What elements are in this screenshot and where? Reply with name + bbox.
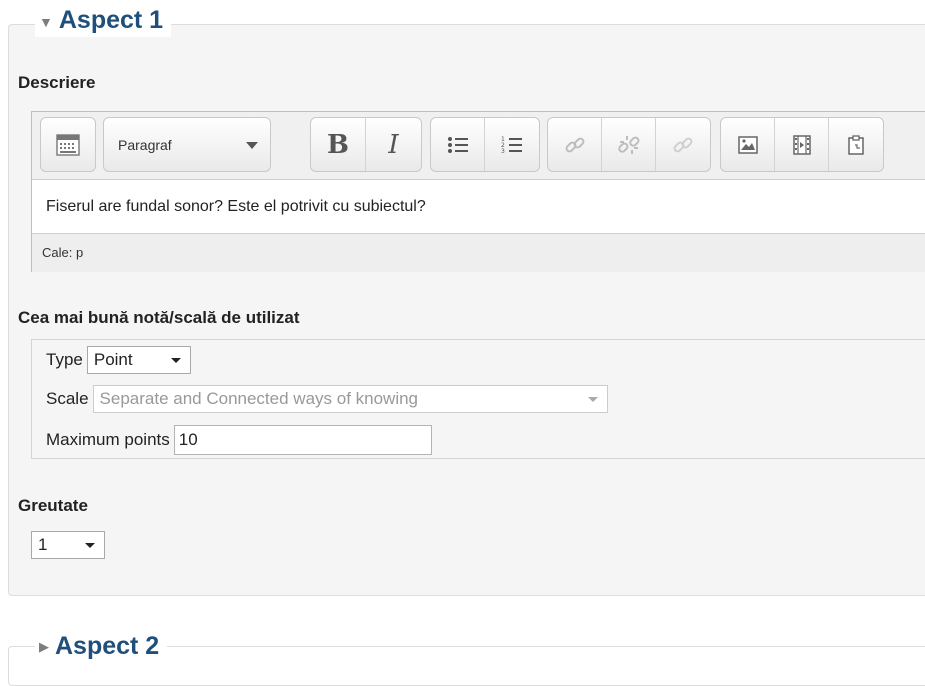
paragraph-format-value: Paragraf xyxy=(118,136,172,153)
paragraph-format-select[interactable]: Paragraf xyxy=(103,117,271,172)
unlink-icon xyxy=(617,135,639,154)
editor-toolbar: Paragraf B I 1 2 3 xyxy=(32,112,925,180)
chevron-down-icon xyxy=(85,543,95,548)
keyboard-icon xyxy=(56,133,80,156)
rich-text-editor: Paragraf B I 1 2 3 Fiserul are fundal so… xyxy=(31,111,925,272)
grade-type-row: Type Point xyxy=(46,346,191,374)
aspect-1-legend[interactable]: ▼ Aspect 1 xyxy=(35,3,172,37)
max-points-row: Maximum points 10 xyxy=(46,425,432,455)
description-label: Descriere xyxy=(18,73,96,92)
svg-text:3: 3 xyxy=(501,148,505,155)
grade-type-value: Point xyxy=(93,350,133,369)
collapse-triangle-icon[interactable]: ▼ xyxy=(39,14,53,30)
grade-scale-select[interactable]: Separate and Connected ways of knowing xyxy=(92,385,608,413)
grade-scale-label: Scale xyxy=(46,389,89,408)
expand-triangle-icon[interactable]: ▶ xyxy=(39,639,49,655)
toolbar-toggle-button[interactable] xyxy=(41,118,95,171)
aspect-1-title: Aspect 1 xyxy=(58,5,164,34)
link-group xyxy=(547,117,711,172)
grade-scale-value: Separate and Connected ways of knowing xyxy=(99,389,419,408)
anchor-link-icon xyxy=(673,137,693,152)
link-icon xyxy=(565,137,584,152)
bullet-list-icon xyxy=(447,136,468,153)
bold-button[interactable]: B xyxy=(311,118,366,171)
toolbar-toggle-group xyxy=(40,117,96,172)
chevron-down-icon xyxy=(170,358,181,363)
insert-image-button[interactable] xyxy=(721,118,775,171)
grade-settings-box: Type Point Scale Separate and Connected … xyxy=(31,339,925,459)
numbered-list-icon: 1 2 3 xyxy=(501,136,522,155)
grade-scale-row: Scale Separate and Connected ways of kno… xyxy=(46,385,608,413)
anchor-link-button[interactable] xyxy=(656,118,710,171)
grade-type-label: Type xyxy=(46,350,83,369)
unordered-list-button[interactable] xyxy=(431,118,485,171)
film-icon xyxy=(792,134,811,155)
ordered-list-button[interactable]: 1 2 3 xyxy=(485,118,539,171)
link-button[interactable] xyxy=(548,118,602,171)
editor-path-bar: Cale: p xyxy=(32,234,925,272)
aspect-2-legend[interactable]: ▶ Aspect 2 xyxy=(35,629,168,663)
grade-type-select[interactable]: Point xyxy=(86,346,191,374)
weight-select[interactable]: 1 xyxy=(31,531,105,559)
format-group: B I xyxy=(310,117,422,172)
clipboard-icon xyxy=(848,134,864,155)
italic-button[interactable]: I xyxy=(366,118,421,171)
weight-label: Greutate xyxy=(18,496,88,515)
weight-value: 1 xyxy=(38,535,48,554)
chevron-down-icon xyxy=(246,142,258,149)
unlink-button[interactable] xyxy=(602,118,656,171)
insert-media-button[interactable] xyxy=(775,118,829,171)
list-group: 1 2 3 xyxy=(430,117,540,172)
image-icon xyxy=(737,135,758,154)
max-points-input[interactable]: 10 xyxy=(173,425,432,455)
aspect-2-fieldset: ▶ Aspect 2 xyxy=(8,629,925,686)
max-points-label: Maximum points xyxy=(46,430,170,449)
grade-label: Cea mai bună notă/scală de utilizat xyxy=(18,308,300,327)
manage-files-button[interactable] xyxy=(829,118,883,171)
editor-content-area[interactable]: Fiserul are fundal sonor? Este el potriv… xyxy=(32,180,925,234)
chevron-down-icon xyxy=(587,397,598,402)
aspect-2-title: Aspect 2 xyxy=(55,631,160,660)
media-group xyxy=(720,117,884,172)
